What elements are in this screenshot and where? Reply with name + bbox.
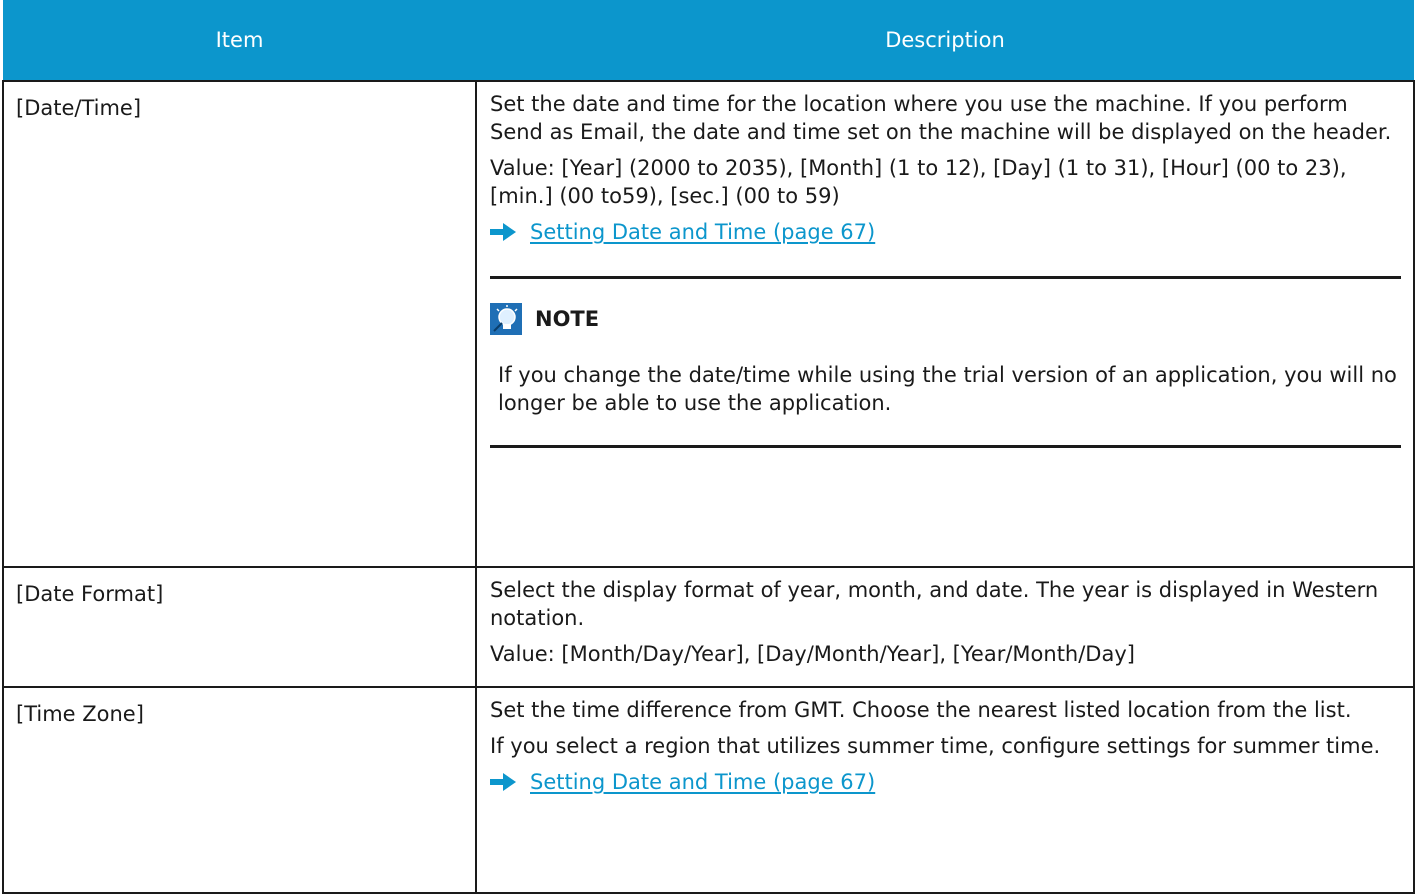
item-cell-time-zone: [Time Zone] <box>2 686 477 894</box>
description-paragraph: Set the time difference from GMT. Choose… <box>490 698 1352 722</box>
note-title: NOTE <box>535 307 600 331</box>
description-cell-date-format: Select the display format of year, month… <box>475 566 1415 688</box>
right-arrow-icon <box>490 773 516 791</box>
note-header: NOTE <box>490 303 1401 335</box>
note-text: If you change the date/time while using … <box>498 363 1397 415</box>
value-paragraph: Value: [Year] (2000 to 2035), [Month] (1… <box>490 156 1347 208</box>
lightbulb-note-icon <box>490 303 522 335</box>
note-body: If you change the date/time while using … <box>498 361 1401 417</box>
table-row-time-zone: [Time Zone] Set the time difference from… <box>2 686 1415 894</box>
setting-date-time-link[interactable]: Setting Date and Time (page 67) <box>530 768 875 796</box>
header-item: Item <box>3 0 476 81</box>
header-description: Description <box>476 0 1414 81</box>
table-row-date-format: [Date Format] Select the display format … <box>2 566 1415 688</box>
description-cell-time-zone: Set the time difference from GMT. Choose… <box>475 686 1415 894</box>
description-paragraph: Select the display format of year, month… <box>490 578 1379 630</box>
setting-date-time-link[interactable]: Setting Date and Time (page 67) <box>530 218 875 246</box>
description-paragraph: Set the date and time for the location w… <box>490 92 1392 144</box>
table-row-date-time: [Date/Time] Set the date and time for th… <box>2 80 1415 568</box>
value-paragraph: Value: [Month/Day/Year], [Day/Month/Year… <box>490 642 1135 666</box>
description-cell-date-time: Set the date and time for the location w… <box>475 80 1415 568</box>
right-arrow-icon <box>490 223 516 241</box>
summer-time-paragraph: If you select a region that utilizes sum… <box>490 734 1381 758</box>
item-cell-date-time: [Date/Time] <box>2 80 477 568</box>
cross-reference: Setting Date and Time (page 67) <box>490 218 1401 246</box>
cross-reference: Setting Date and Time (page 67) <box>490 768 1401 796</box>
note-box: NOTE If you change the date/time while u… <box>490 276 1401 448</box>
table-header-row: Item Description <box>3 0 1414 81</box>
settings-table: Item Description [Date/Time] Set the dat… <box>2 0 1415 894</box>
item-cell-date-format: [Date Format] <box>2 566 477 688</box>
